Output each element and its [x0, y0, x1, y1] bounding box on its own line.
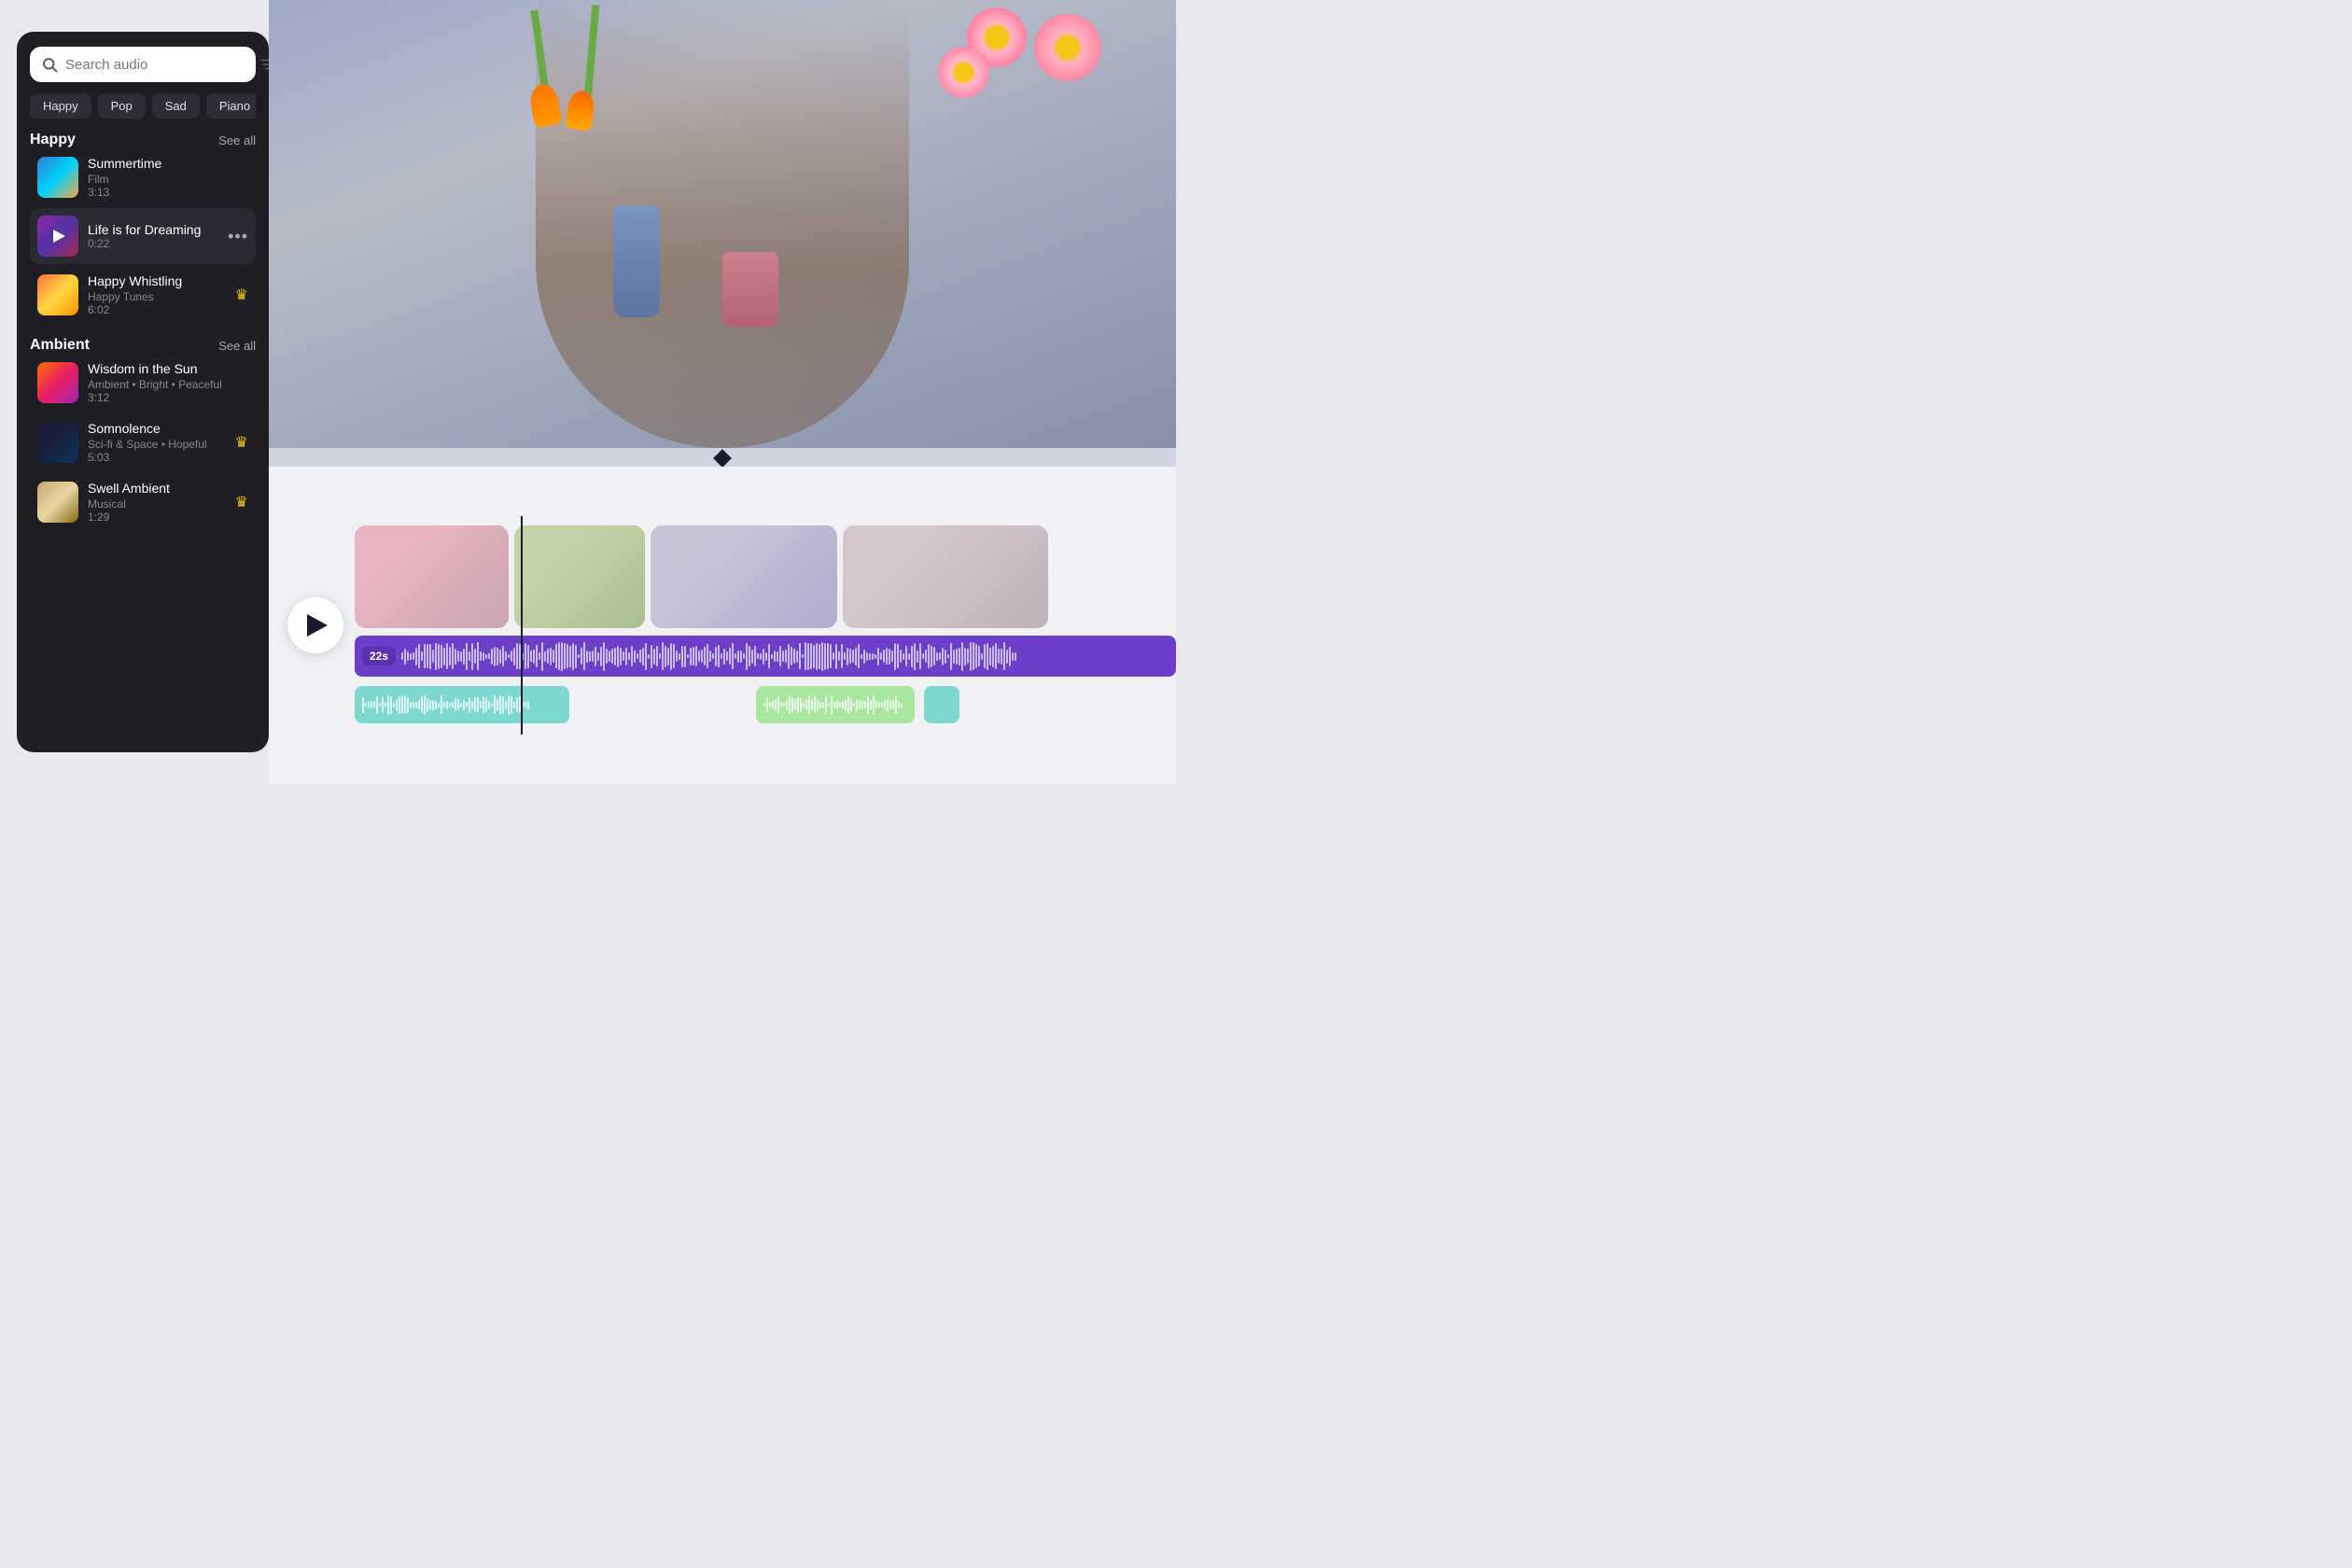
ambient-section: Ambient See all Wisdom in the Sun Ambien… [30, 335, 256, 531]
video-clip-4[interactable] [843, 525, 1048, 628]
track-sub-wisdom: Ambient • Bright • Peaceful [88, 378, 248, 391]
track-thumb-wisdom [37, 362, 78, 403]
secondary-audio-row [355, 684, 1176, 725]
audio-label-22s: 22s [362, 647, 396, 665]
happy-section: Happy See all Summertime Film 3:13 [30, 130, 256, 324]
track-thumb-life [37, 216, 78, 257]
search-input[interactable] [65, 57, 251, 73]
waveform-teal-1 [355, 693, 569, 716]
track-info-whistling: Happy Whistling Happy Tunes 6:02 [88, 273, 226, 316]
track-sub-summertime: Film [88, 173, 248, 186]
video-clip-2[interactable] [514, 525, 645, 628]
play-overlay-life [37, 216, 78, 257]
track-badge-somnolence: ♛ [235, 433, 248, 452]
tag-happy[interactable]: Happy [30, 93, 91, 119]
track-duration-wisdom: 3:12 [88, 391, 248, 404]
track-thumb-summertime [37, 157, 78, 198]
tag-piano[interactable]: Piano [206, 93, 256, 119]
audio-bar-row: 22s [355, 636, 1176, 677]
track-more-life[interactable]: ••• [228, 227, 248, 246]
happy-section-header: Happy See all [30, 132, 256, 148]
video-clip-3[interactable] [651, 525, 837, 628]
track-thumb-whistling [37, 274, 78, 315]
filter-icon[interactable] [259, 56, 269, 73]
happy-title: Happy [30, 132, 76, 148]
track-badge-swell: ♛ [235, 493, 248, 511]
audio-clip-green[interactable] [756, 686, 915, 723]
track-wisdom[interactable]: Wisdom in the Sun Ambient • Bright • Pea… [30, 354, 256, 412]
timeline-play-icon [307, 614, 328, 637]
audio-bar-purple[interactable]: 22s [355, 636, 1176, 677]
track-duration-whistling: 6:02 [88, 303, 226, 316]
happy-track-list: Summertime Film 3:13 Life is for Dreamin… [30, 148, 256, 324]
track-duration-swell: 1:29 [88, 511, 226, 524]
waveform-green [756, 693, 915, 716]
happy-see-all[interactable]: See all [218, 133, 256, 147]
track-badge-whistling: ♛ [235, 286, 248, 304]
ambient-title: Ambient [30, 337, 90, 354]
track-swell[interactable]: Swell Ambient Musical 1:29 ♛ [30, 473, 256, 531]
playhead-diamond [713, 449, 732, 468]
track-name-somnolence: Somnolence [88, 421, 226, 436]
timeline-area: 22s [269, 467, 1176, 784]
audio-panel: Happy Pop Sad Piano Jazz Bi› Happy See a… [17, 32, 269, 752]
track-duration-summertime: 3:13 [88, 186, 248, 199]
track-info-somnolence: Somnolence Sci-fi & Space • Hopeful 5:03 [88, 421, 226, 464]
track-info-swell: Swell Ambient Musical 1:29 [88, 481, 226, 524]
track-sub-whistling: Happy Tunes [88, 290, 226, 303]
track-name-life: Life is for Dreaming [88, 222, 218, 237]
video-preview [269, 0, 1176, 448]
track-thumb-somnolence [37, 422, 78, 463]
track-info-summertime: Summertime Film 3:13 [88, 156, 248, 199]
tag-sad[interactable]: Sad [152, 93, 200, 119]
track-somnolence[interactable]: Somnolence Sci-fi & Space • Hopeful 5:03… [30, 413, 256, 471]
right-panel: 22s [269, 0, 1176, 784]
ambient-see-all[interactable]: See all [218, 339, 256, 353]
track-sub-somnolence: Sci-fi & Space • Hopeful [88, 438, 226, 451]
tag-pop[interactable]: Pop [98, 93, 146, 119]
video-clip-1[interactable] [355, 525, 509, 628]
timeline-play-button[interactable] [287, 597, 343, 653]
playhead-line [521, 516, 523, 735]
track-info-life: Life is for Dreaming 0:22 [88, 222, 218, 250]
track-life-dreaming[interactable]: Life is for Dreaming 0:22 ••• [30, 208, 256, 264]
play-icon-life [53, 230, 65, 243]
track-name-summertime: Summertime [88, 156, 248, 171]
track-duration-somnolence: 5:03 [88, 451, 226, 464]
ambient-section-header: Ambient See all [30, 337, 256, 354]
track-summertime[interactable]: Summertime Film 3:13 [30, 148, 256, 206]
track-duration-life: 0:22 [88, 237, 218, 250]
search-icon [41, 56, 58, 73]
track-name-swell: Swell Ambient [88, 481, 226, 496]
waveform-purple [396, 642, 1176, 670]
track-happy-whistling[interactable]: Happy Whistling Happy Tunes 6:02 ♛ [30, 266, 256, 324]
clips-timeline: 22s [355, 516, 1176, 735]
track-sub-swell: Musical [88, 497, 226, 511]
track-thumb-swell [37, 482, 78, 523]
track-name-wisdom: Wisdom in the Sun [88, 361, 248, 376]
audio-clip-teal-1[interactable] [355, 686, 569, 723]
track-info-wisdom: Wisdom in the Sun Ambient • Bright • Pea… [88, 361, 248, 404]
ambient-track-list: Wisdom in the Sun Ambient • Bright • Pea… [30, 354, 256, 531]
search-bar[interactable] [30, 47, 256, 82]
audio-clip-teal-2[interactable] [924, 686, 959, 723]
track-name-whistling: Happy Whistling [88, 273, 226, 288]
tag-row: Happy Pop Sad Piano Jazz Bi› [30, 93, 256, 119]
video-clips-row [355, 525, 1176, 628]
playhead-area [269, 448, 1176, 467]
